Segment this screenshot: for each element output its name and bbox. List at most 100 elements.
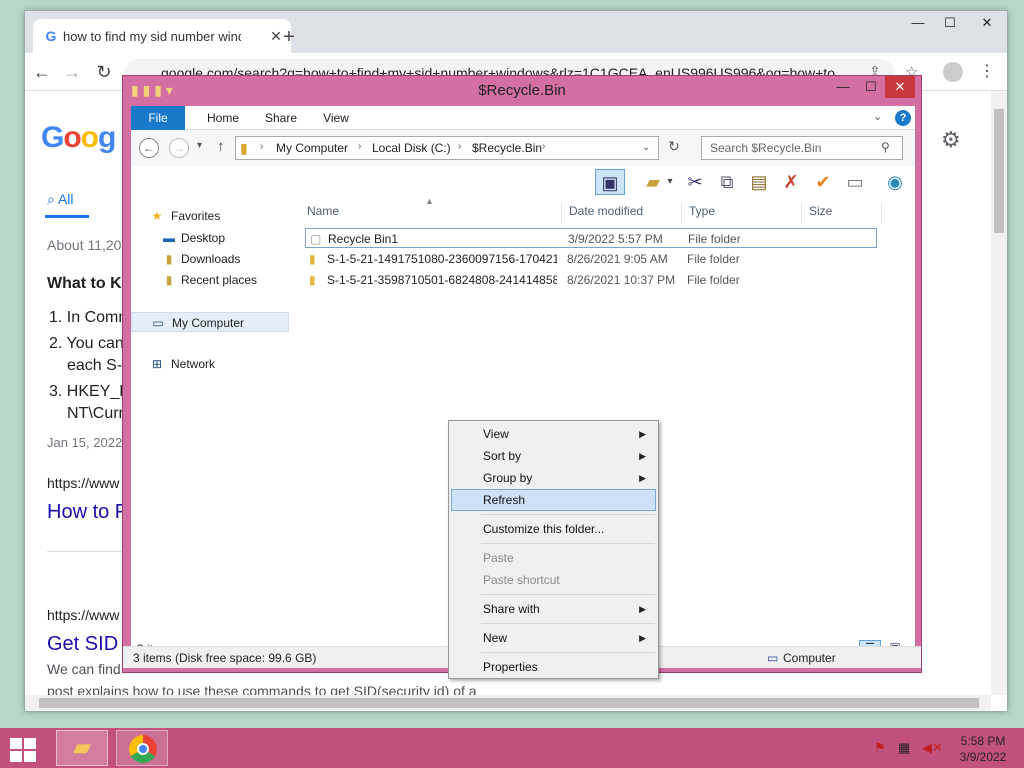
chevron-down-icon[interactable]: ▾ (663, 169, 677, 195)
recycle-bin-icon: ▢ (310, 232, 322, 246)
submenu-arrow-icon: ▶ (639, 633, 646, 643)
breadcrumb-local-disk[interactable]: Local Disk (C:) (372, 141, 451, 155)
tab-home[interactable]: Home (193, 106, 253, 130)
file-row[interactable]: ▮ S-1-5-21-3598710501-6824808-241414858.… (305, 270, 877, 290)
sidebar-item-favorites[interactable]: ★ Favorites (131, 206, 289, 226)
network-tray-icon[interactable]: ▦ (898, 740, 910, 756)
breadcrumb-chevron-icon[interactable]: › (458, 141, 461, 152)
file-date: 8/26/2021 10:37 PM (567, 273, 676, 287)
menu-item-refresh[interactable]: Refresh (451, 489, 656, 511)
preview-pane-button[interactable]: ▣ (595, 169, 625, 195)
breadcrumb-my-computer[interactable]: My Computer (276, 141, 348, 155)
back-button[interactable]: ← (139, 138, 159, 158)
menu-item-view[interactable]: View ▶ (451, 423, 656, 445)
sort-ascending-icon: ▲ (425, 196, 434, 206)
action-center-flag-icon[interactable]: ⚑ (874, 740, 886, 756)
menu-item-share-with[interactable]: Share with ▶ (451, 598, 656, 620)
breadcrumb-recycle-bin[interactable]: $Recycle.Bin (472, 141, 542, 155)
breadcrumb-chevron-icon[interactable]: › (260, 141, 263, 152)
search-input[interactable]: Search $Recycle.Bin (701, 136, 903, 160)
sidebar-item-my-computer[interactable]: ▭ My Computer (131, 312, 289, 332)
column-header-date[interactable]: Date modified (569, 204, 643, 218)
column-divider[interactable] (561, 202, 562, 224)
help-icon[interactable]: ? (895, 110, 911, 126)
computer-icon: ▭ (767, 651, 779, 665)
column-divider[interactable] (681, 202, 682, 224)
reload-button[interactable]: ↻ (93, 61, 115, 83)
column-header-size[interactable]: Size (809, 204, 832, 218)
tab-share[interactable]: Share (257, 106, 305, 130)
forward-button[interactable]: → (169, 138, 189, 158)
checkmark-icon[interactable]: ✔ (809, 169, 837, 195)
clock-date[interactable]: 3/9/2022 (950, 750, 1016, 764)
result-snippet: We can find (47, 661, 121, 677)
result-url[interactable]: https://www (47, 475, 119, 491)
file-row[interactable]: ▮ S-1-5-21-1491751080-2360097156-170421.… (305, 249, 877, 269)
address-bar[interactable]: ▮ › My Computer › Local Disk (C:) › $Rec… (235, 136, 659, 160)
search-tab-all[interactable]: ⌕ All (47, 191, 74, 208)
menu-item-properties[interactable]: Properties (451, 656, 656, 678)
column-divider[interactable] (881, 202, 882, 224)
forward-button[interactable]: → (61, 61, 83, 83)
browser-tab[interactable]: G how to find my sid number windows ✕ (33, 19, 291, 53)
sidebar-item-desktop[interactable]: ▬ Desktop (131, 228, 289, 248)
new-tab-button[interactable]: + (277, 25, 301, 49)
settings-gear-icon[interactable]: ⚙ (941, 127, 961, 153)
back-button[interactable]: ← (31, 61, 53, 83)
result-link[interactable]: How to F (47, 501, 127, 524)
chevron-down-icon[interactable]: ⌄ (642, 142, 650, 153)
copy-icon[interactable]: ⧉ (713, 169, 741, 195)
cut-icon[interactable]: ✂ (681, 169, 709, 195)
sidebar-item-downloads[interactable]: ▮ Downloads (131, 249, 289, 269)
menu-item-sort-by[interactable]: Sort by ▶ (451, 445, 656, 467)
google-logo[interactable]: Goog (41, 121, 116, 155)
horizontal-scrollbar[interactable] (25, 695, 991, 711)
rename-icon[interactable]: ▭ (841, 169, 869, 195)
star-icon: ★ (151, 209, 163, 223)
taskbar-chrome-button[interactable] (116, 730, 168, 766)
taskbar-file-explorer-icon[interactable]: ▰ (56, 730, 108, 766)
maximize-button[interactable]: ☐ (857, 76, 885, 98)
sidebar-item-network[interactable]: ⊞ Network (131, 354, 289, 374)
globe-icon[interactable]: ◉ (881, 169, 909, 195)
column-header-name[interactable]: Name (307, 204, 339, 218)
tab-file[interactable]: File (131, 106, 185, 130)
delete-icon[interactable]: ✗ (777, 169, 805, 195)
column-header-type[interactable]: Type (689, 204, 715, 218)
minimize-button[interactable]: — (903, 13, 933, 33)
menu-item-customize-folder[interactable]: Customize this folder... (451, 518, 656, 540)
refresh-icon[interactable]: ↻ (663, 138, 685, 160)
explorer-titlebar[interactable]: ▮ ▮ ▮ ▾ $Recycle.Bin — ☐ ✕ (123, 76, 921, 106)
start-windows-icon[interactable] (8, 736, 40, 762)
volume-muted-icon[interactable]: ◀✕ (922, 740, 943, 756)
menu-item-paste-shortcut: Paste shortcut (451, 569, 656, 591)
menu-item-label: Customize this folder... (483, 522, 605, 536)
clock-time[interactable]: 5:58 PM (950, 734, 1016, 748)
paste-icon[interactable]: ▤ (745, 169, 773, 195)
scroll-thumb[interactable] (994, 109, 1004, 233)
minimize-button[interactable]: — (829, 76, 857, 98)
file-row[interactable]: ▢ Recycle Bin1 3/9/2022 5:57 PM File fol… (305, 228, 877, 248)
search-icon[interactable]: ⚲ (881, 140, 890, 154)
recent-locations-icon[interactable]: ▾ (197, 140, 202, 151)
close-button[interactable]: ✕ (885, 76, 915, 98)
up-button[interactable]: ↑ (217, 138, 225, 155)
vertical-scrollbar[interactable] (991, 91, 1007, 695)
google-favicon-icon: G (45, 28, 57, 44)
chevron-down-icon[interactable]: ⌄ (873, 110, 882, 123)
result-url[interactable]: https://www (47, 607, 119, 623)
profile-avatar[interactable] (943, 62, 963, 82)
menu-item-new[interactable]: New ▶ (451, 627, 656, 649)
breadcrumb-chevron-icon[interactable]: › (542, 141, 545, 152)
menu-item-group-by[interactable]: Group by ▶ (451, 467, 656, 489)
close-button[interactable]: ✕ (967, 13, 1007, 33)
menu-separator (481, 652, 655, 653)
maximize-button[interactable]: ☐ (935, 13, 965, 33)
column-divider[interactable] (801, 202, 802, 224)
breadcrumb-chevron-icon[interactable]: › (358, 141, 361, 152)
status-text: 3 items (Disk free space: 99.6 GB) (133, 651, 317, 665)
sidebar-item-recent-places[interactable]: ▮ Recent places (131, 270, 289, 290)
kebab-menu-icon[interactable]: ⋮ (979, 61, 995, 83)
tab-view[interactable]: View (311, 106, 361, 130)
scroll-thumb[interactable] (39, 698, 979, 708)
